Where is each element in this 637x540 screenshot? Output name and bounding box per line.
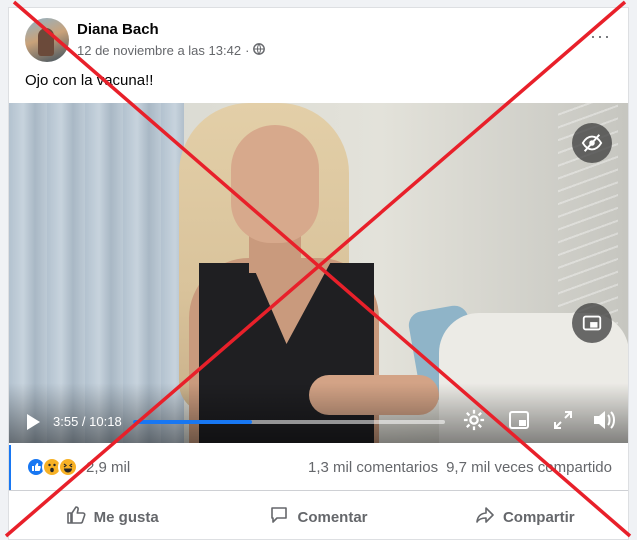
post-text: Ojo con la vacuna!! [25, 72, 154, 89]
hidden-eye-icon[interactable] [572, 123, 612, 163]
author-name[interactable]: Diana Bach [77, 21, 159, 38]
video-progress-fill [133, 420, 252, 424]
video-time: 3:55 / 10:18 [53, 414, 122, 429]
comment-label: Comentar [297, 508, 368, 526]
video-player[interactable]: 3:55 / 10:18 [9, 103, 628, 443]
avatar[interactable] [25, 18, 69, 62]
post-header: Diana Bach 12 de noviembre a las 13:42 ·… [25, 18, 615, 64]
share-icon [475, 505, 495, 529]
comments-count[interactable]: 1,3 mil comentarios [308, 459, 438, 476]
engagement-counts: 1,3 mil comentarios 9,7 mil veces compar… [308, 459, 612, 476]
thumbs-up-icon [66, 505, 86, 529]
share-label: Compartir [502, 508, 575, 526]
reactions-summary[interactable]: 2,9 mil [26, 457, 130, 477]
post-meta: 12 de noviembre a las 13:42 · [77, 43, 266, 58]
more-options-icon[interactable]: ··· [590, 26, 611, 47]
share-button[interactable]: Compartir [422, 494, 628, 540]
picture-in-picture-icon[interactable] [509, 411, 529, 434]
post-actions: Me gusta Comentar Compartir [9, 494, 628, 540]
shares-count[interactable]: 9,7 mil veces compartido [446, 459, 612, 476]
post-card: Diana Bach 12 de noviembre a las 13:42 ·… [8, 7, 629, 540]
like-label: Me gusta [93, 508, 159, 526]
play-icon[interactable] [25, 413, 41, 436]
globe-icon [253, 43, 266, 58]
post-stats: 2,9 mil 1,3 mil comentarios 9,7 mil vece… [9, 445, 628, 491]
post-timestamp[interactable]: 12 de noviembre a las 13:42 [77, 43, 241, 58]
minimize-player-icon[interactable] [572, 303, 612, 343]
reaction-count: 2,9 mil [86, 458, 131, 476]
settings-icon[interactable] [463, 409, 485, 436]
volume-icon[interactable] [592, 409, 616, 436]
meta-separator: · [245, 43, 250, 58]
fullscreen-icon[interactable] [554, 411, 572, 434]
haha-reaction-icon [58, 457, 78, 477]
like-button[interactable]: Me gusta [9, 494, 215, 540]
comment-icon [269, 505, 289, 529]
comment-button[interactable]: Comentar [215, 494, 421, 540]
video-progress-bar[interactable] [133, 420, 445, 424]
